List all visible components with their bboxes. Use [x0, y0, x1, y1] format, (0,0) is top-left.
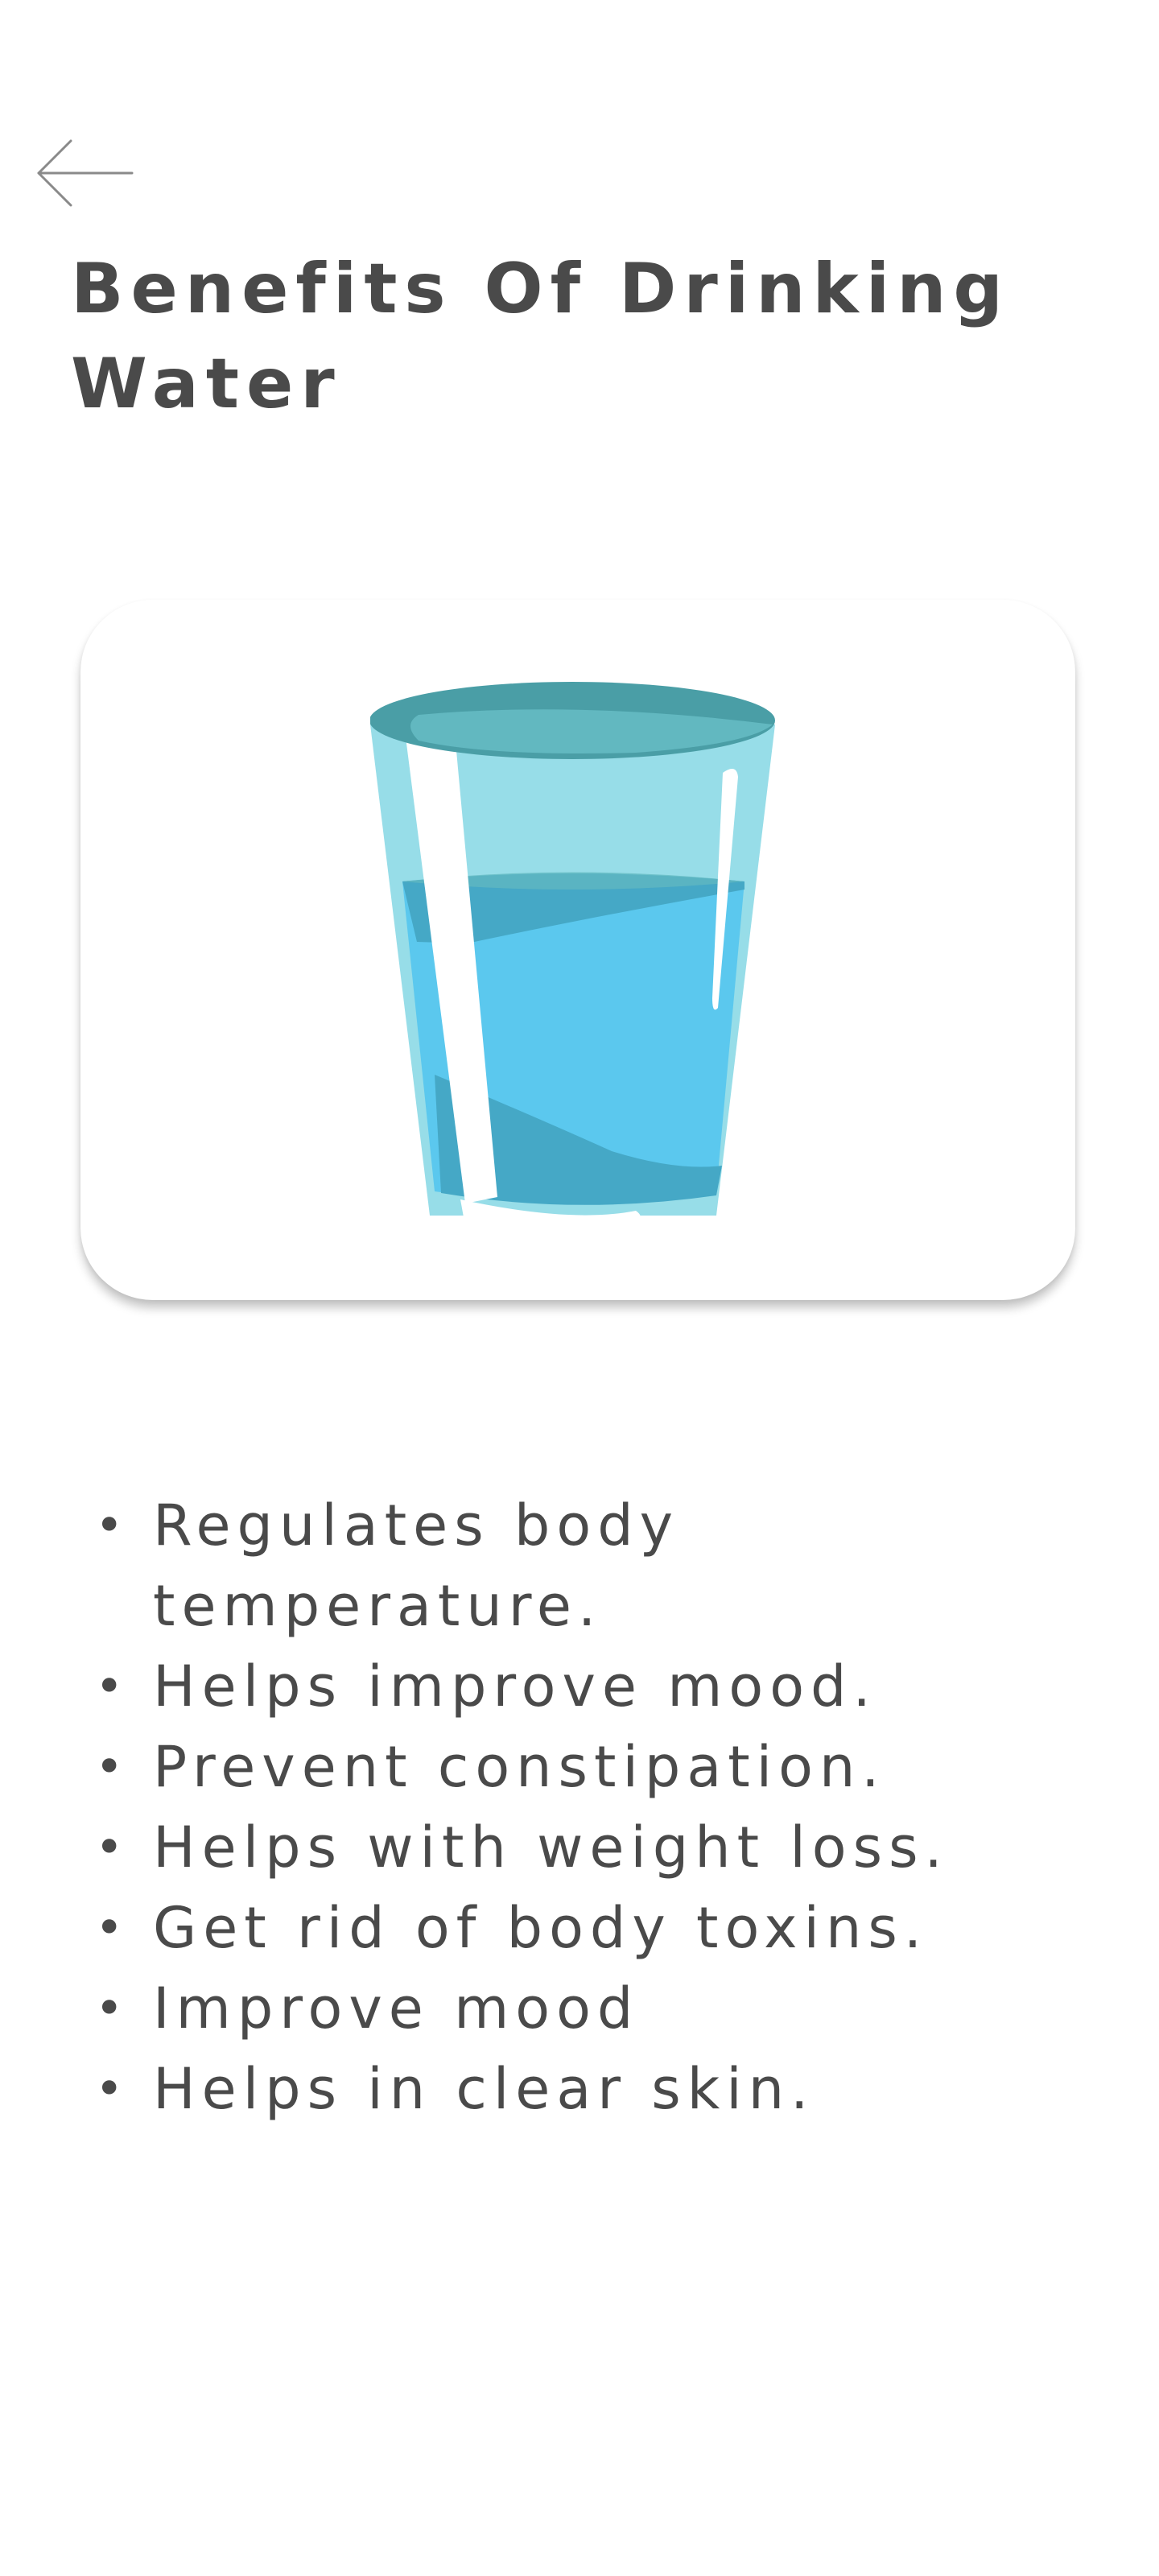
bullet-icon: • [95, 1658, 130, 1715]
list-item: • Helps with weight loss. [87, 1807, 1093, 1888]
benefit-text: Get rid of body toxins. [153, 1895, 929, 1961]
list-item: • Helps improve mood. [87, 1646, 1093, 1727]
list-item: • Get rid of body toxins. [87, 1888, 1093, 1968]
list-item: • Prevent constipation. [87, 1727, 1093, 1807]
list-item: • Improve mood [87, 1968, 1093, 2049]
benefit-text: Helps in clear skin. [153, 2056, 815, 2122]
bullet-icon: • [95, 1497, 130, 1554]
benefit-text: Prevent constipation. [153, 1734, 886, 1800]
list-item: • Regulates body temperature. [87, 1485, 1093, 1646]
arrow-left-icon [37, 139, 134, 207]
water-glass-illustration [370, 676, 789, 1256]
benefit-text: Helps improve mood. [153, 1653, 877, 1719]
bullet-icon: • [95, 1819, 130, 1876]
benefits-screen: Benefits Of Drinking Water • Regulates b… [0, 0, 1159, 2576]
page-title: Benefits Of Drinking Water [71, 249, 1010, 424]
benefit-text: Regulates body temperature. [153, 1492, 680, 1639]
benefits-list: • Regulates body temperature. • Helps impr… [87, 1485, 1093, 2129]
bullet-icon: • [95, 1900, 130, 1956]
benefit-text: Improve mood [153, 1975, 640, 2041]
benefit-text: Helps with weight loss. [153, 1814, 949, 1880]
list-item: • Helps in clear skin. [87, 2049, 1093, 2129]
back-button[interactable] [32, 137, 137, 209]
bullet-icon: • [95, 2061, 130, 2117]
bullet-icon: • [95, 1980, 130, 2037]
bullet-icon: • [95, 1739, 130, 1795]
image-card [80, 600, 1075, 1300]
